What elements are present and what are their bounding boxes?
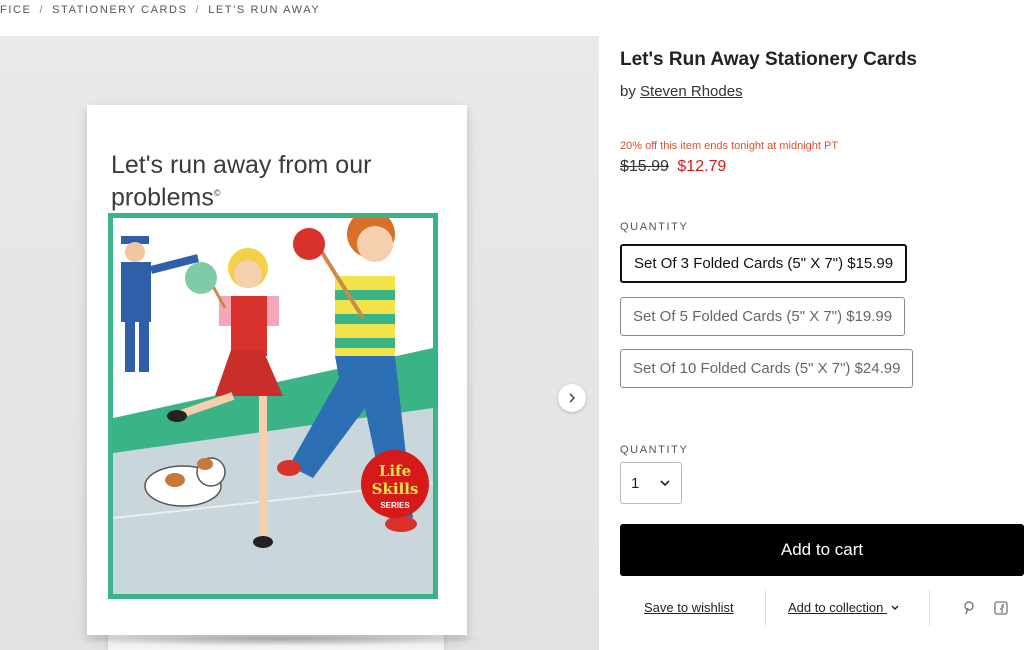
product-info: Let's Run Away Stationery Cards by Steve…: [620, 0, 1024, 650]
badge-line-3: SERIES: [380, 501, 410, 510]
quantity-value: 1: [631, 474, 640, 492]
save-to-wishlist-link[interactable]: Save to wishlist: [644, 600, 734, 615]
add-to-collection-link[interactable]: Add to collection: [788, 600, 900, 615]
breadcrumb-item-current[interactable]: LET'S RUN AWAY: [208, 4, 320, 16]
chevron-down-icon: [891, 605, 899, 610]
breadcrumb-separator: /: [39, 4, 45, 16]
quantity-select[interactable]: 1: [620, 462, 682, 504]
option-set-of-10[interactable]: Set Of 10 Folded Cards (5" X 7") $24.99: [620, 349, 914, 388]
option-label: QUANTITY: [620, 221, 689, 233]
card-copyright-mark: ©: [213, 188, 221, 198]
option-set-of-5[interactable]: Set Of 5 Folded Cards (5" X 7") $19.99: [620, 297, 906, 336]
original-price: $15.99: [620, 158, 669, 175]
badge-line-2: Skills: [372, 480, 419, 498]
divider: [765, 590, 766, 626]
product-title: Let's Run Away Stationery Cards: [620, 49, 917, 70]
pinterest-icon[interactable]: [961, 600, 977, 616]
card-headline-text: Let's run away from our problems: [111, 151, 372, 212]
breadcrumb-item-stationery-cards[interactable]: STATIONERY CARDS: [52, 4, 187, 16]
secondary-actions: Save to wishlist Add to collection: [620, 590, 1024, 626]
facebook-icon[interactable]: [993, 600, 1009, 616]
badge-line-1: Life: [379, 462, 411, 480]
quantity-label: QUANTITY: [620, 444, 689, 456]
byline-prefix: by: [620, 83, 636, 100]
byline: by Steven Rhodes: [620, 83, 743, 100]
product-image-gallery: Let's run away from our problems© Life S…: [0, 36, 599, 650]
life-skills-badge: Life Skills SERIES: [361, 450, 429, 518]
add-to-cart-button[interactable]: Add to cart: [620, 524, 1024, 576]
price: $15.99 $12.79: [620, 158, 726, 176]
illustration-svg: Life Skills SERIES: [113, 218, 433, 594]
option-set-of-3[interactable]: Set Of 3 Folded Cards (5" X 7") $15.99: [620, 244, 908, 283]
breadcrumb-separator: /: [195, 4, 201, 16]
product-image[interactable]: Let's run away from our problems© Life S…: [87, 105, 467, 635]
breadcrumb-item-office[interactable]: FICE: [0, 4, 31, 16]
card-illustration: Life Skills SERIES: [108, 213, 438, 599]
add-to-collection-label: Add to collection: [788, 600, 884, 615]
chevron-down-icon: [660, 480, 670, 487]
breadcrumb: FICE / STATIONERY CARDS / LET'S RUN AWAY: [0, 4, 320, 16]
artist-link[interactable]: Steven Rhodes: [640, 83, 743, 100]
chevron-right-icon: [569, 393, 576, 403]
divider: [929, 590, 930, 626]
next-image-button[interactable]: [558, 384, 586, 412]
sale-price: $12.79: [677, 158, 727, 175]
card-headline: Let's run away from our problems©: [111, 151, 391, 211]
promo-text: 20% off this item ends tonight at midnig…: [620, 140, 839, 152]
